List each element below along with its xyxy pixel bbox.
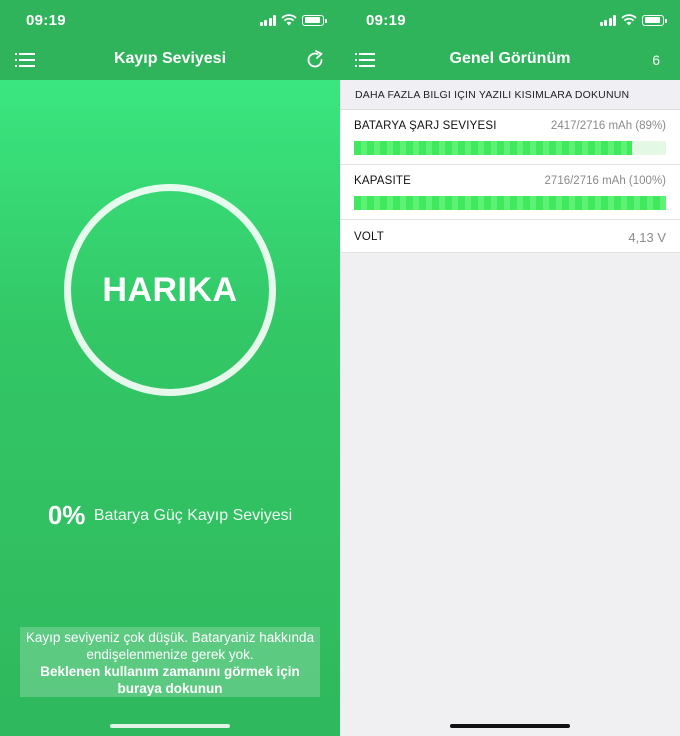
- loss-level-row: 0% Batarya Güç Kayıp Seviyesi: [0, 500, 340, 531]
- wifi-icon: [281, 14, 297, 26]
- page-title: Genel Görünüm: [449, 50, 571, 67]
- status-bar: 09:19: [0, 0, 340, 40]
- page-title: Kayıp Seviyesi: [113, 50, 227, 67]
- status-time: 09:19: [366, 12, 406, 29]
- wifi-icon: [621, 14, 637, 26]
- row-value: 2417/2716 mAh (89%): [550, 120, 666, 132]
- status-ring[interactable]: HARIKA: [64, 184, 276, 396]
- battery-icon: [642, 14, 667, 26]
- battery-icon: [302, 14, 327, 26]
- capacity-progress-bar: [354, 196, 666, 210]
- info-message-box[interactable]: Kayıp seviyeniz çok düşük. Bataryaniz ha…: [20, 627, 320, 697]
- list-item-charge-level[interactable]: BATARYA ŞARJ SEVIYESI 2417/2716 mAh (89%…: [340, 110, 680, 165]
- loss-level-screen: 09:19 Kayıp Seviyesi HARIKA 0% Batarya G…: [0, 0, 340, 736]
- loss-label: Batarya Güç Kayıp Seviyesi: [93, 506, 293, 524]
- row-label: KAPASITE: [354, 175, 411, 187]
- nav-bar: Genel Görünüm 6: [340, 40, 680, 80]
- status-time: 09:19: [26, 12, 66, 29]
- message-link-text[interactable]: Beklenen kullanım zamanını görmek için b…: [20, 663, 320, 697]
- row-value: 2716/2716 mAh (100%): [544, 175, 666, 187]
- loss-percentage: 0%: [47, 500, 86, 530]
- list-item-capacity[interactable]: KAPASITE 2716/2716 mAh (100%): [340, 165, 680, 220]
- message-text: Kayıp seviyeniz çok düşük. Bataryaniz ha…: [25, 630, 315, 662]
- progress-fill: [354, 141, 632, 155]
- home-indicator: [450, 724, 570, 728]
- charge-progress-bar: [354, 141, 666, 155]
- home-indicator: [110, 724, 230, 728]
- row-value: 4,13 V: [628, 230, 666, 245]
- cellular-signal-icon: [599, 14, 616, 26]
- hint-banner: DAHA FAZLA BILGI IÇIN YAZILI KISIMLARA D…: [340, 80, 680, 110]
- status-bar: 09:19: [340, 0, 680, 40]
- refresh-icon[interactable]: [304, 49, 326, 71]
- row-label: BATARYA ŞARJ SEVIYESI: [354, 120, 497, 132]
- overview-screen: 09:19 Genel Görünüm 6 DAHA FAZLA BILGI I…: [340, 0, 680, 736]
- progress-fill: [354, 196, 666, 210]
- nav-count[interactable]: 6: [652, 52, 660, 68]
- nav-bar: Kayıp Seviyesi: [0, 40, 340, 80]
- status-icons: [599, 14, 667, 26]
- list-item-voltage[interactable]: VOLT 4,13 V: [340, 220, 680, 253]
- status-icons: [259, 14, 327, 26]
- stats-list: BATARYA ŞARJ SEVIYESI 2417/2716 mAh (89%…: [340, 110, 680, 253]
- row-label: VOLT: [354, 231, 384, 243]
- status-rating-label: HARIKA: [102, 270, 238, 309]
- cellular-signal-icon: [259, 14, 276, 26]
